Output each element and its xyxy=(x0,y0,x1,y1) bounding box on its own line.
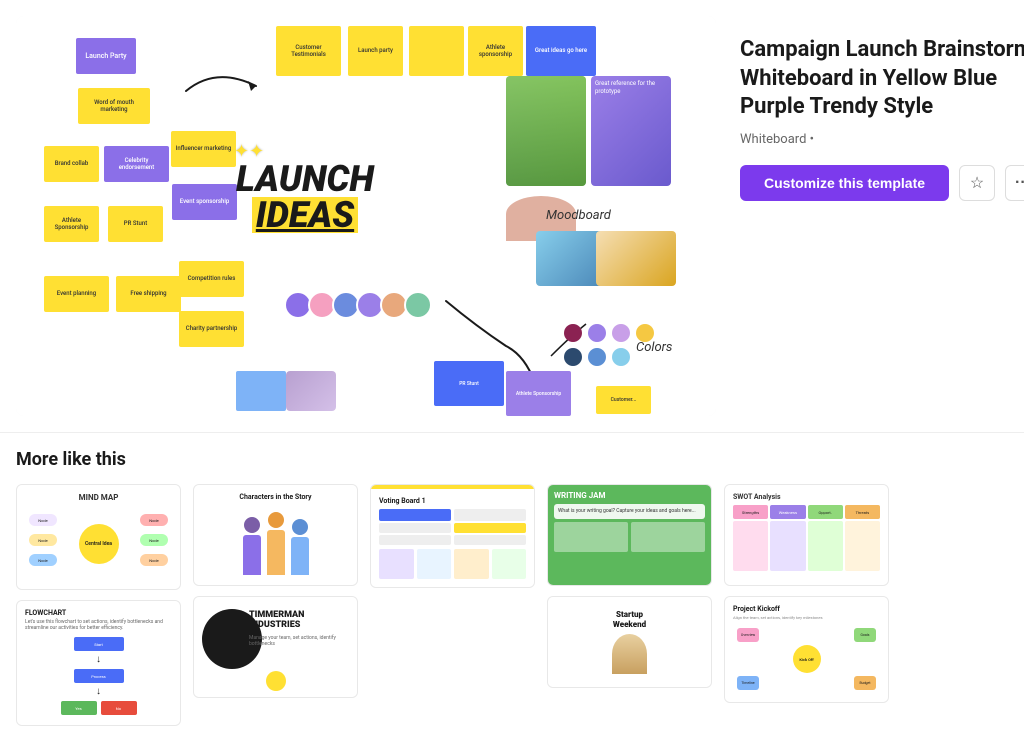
sticky-note: Customer Testimonials xyxy=(276,26,341,76)
color-swatch xyxy=(588,324,606,342)
sticky-note: Celebrity endorsement xyxy=(104,146,169,182)
color-swatch xyxy=(564,348,582,366)
info-panel: Campaign Launch Brainstorm Whiteboard in… xyxy=(716,16,1024,416)
customize-button[interactable]: Customize this template xyxy=(740,165,949,201)
sticky-note: PR Stunt xyxy=(108,206,163,242)
more-options-button[interactable]: ··· xyxy=(1005,165,1024,201)
sticky-note: Word of mouth marketing xyxy=(78,88,150,124)
thumbnail-card-mindmap[interactable]: MIND MAP Central Idea Node Node Node Nod… xyxy=(16,484,181,590)
thumbnail-card-swot[interactable]: SWOT Analysis Strengths Weakness Opport.… xyxy=(724,484,889,586)
color-swatch xyxy=(612,324,630,342)
thumbnail-card-kickoff[interactable]: Project Kickoff Align the team, set acti… xyxy=(724,596,889,703)
thumbnails-grid: MIND MAP Central Idea Node Node Node Nod… xyxy=(16,484,1008,726)
sticky-note: Event sponsorship xyxy=(172,184,237,220)
sticky-note xyxy=(236,371,286,411)
moodboard-image: Great reference for the prototype xyxy=(591,76,671,186)
thumb-column-4: WRITING JAM What is your writing goal? C… xyxy=(547,484,712,726)
thumb-column-5: SWOT Analysis Strengths Weakness Opport.… xyxy=(724,484,889,726)
thumb-column-1: MIND MAP Central Idea Node Node Node Nod… xyxy=(16,484,181,726)
star-icon: ☆ xyxy=(970,173,984,193)
sticky-note: Athlete sponsorship xyxy=(468,26,523,76)
more-section: More like this MIND MAP Central Idea Nod… xyxy=(0,433,1024,750)
star-button[interactable]: ☆ xyxy=(959,165,995,201)
sticky-note: PR Stunt xyxy=(434,361,504,406)
colors-label: Colors xyxy=(636,340,672,355)
top-section: Launch Party Word of mouth marketing Bra… xyxy=(0,0,1024,433)
sticky-note: Customer... xyxy=(596,386,651,414)
sticky-note: Athlete Sponsorship xyxy=(506,371,571,416)
template-title: Campaign Launch Brainstorm Whiteboard in… xyxy=(740,36,1024,122)
whiteboard-canvas: Launch Party Word of mouth marketing Bra… xyxy=(16,16,716,416)
sticky-note: Charity partnership xyxy=(179,311,244,347)
thumbnail-card-flowchart[interactable]: FLOWCHART Let's use this flowchart to se… xyxy=(16,600,181,726)
sticky-note: Launch Party xyxy=(76,38,136,74)
thumbnail-card-startup[interactable]: StartupWeekend xyxy=(547,596,712,688)
thumbnail-card-characters[interactable]: Characters in the Story xyxy=(193,484,358,586)
thumbnail-card-timmerman[interactable]: TIMMERMANINDUSTRIES Manage your team, se… xyxy=(193,596,358,698)
color-swatch xyxy=(564,324,582,342)
sticky-note: Athlete Sponsorship xyxy=(44,206,99,242)
moodboard-image xyxy=(596,231,676,286)
template-preview: Launch Party Word of mouth marketing Bra… xyxy=(16,16,716,416)
color-swatch xyxy=(612,348,630,366)
more-title: More like this xyxy=(16,449,1008,470)
sticky-note xyxy=(409,26,464,76)
sticky-note: Brand collab xyxy=(44,146,99,182)
moodboard-label: Moodboard xyxy=(546,208,611,223)
launch-ideas-text: LAUNCH IDEAS xyxy=(236,161,374,233)
template-subtitle: Whiteboard • xyxy=(740,132,1024,147)
thumbnail-card-writing-jam[interactable]: WRITING JAM What is your writing goal? C… xyxy=(547,484,712,586)
sticky-note: Influencer marketing xyxy=(171,131,236,167)
sticky-note: Launch party xyxy=(348,26,403,76)
sticky-note: Free shipping xyxy=(116,276,181,312)
ellipsis-icon: ··· xyxy=(1015,174,1024,192)
sticky-note: Competition rules xyxy=(179,261,244,297)
color-swatch xyxy=(588,348,606,366)
sticky-note: Great ideas go here xyxy=(526,26,596,76)
thumb-column-3: Voting Board 1 xyxy=(370,484,535,726)
sticky-note: Event planning xyxy=(44,276,109,312)
thumbnail-card-voting[interactable]: Voting Board 1 xyxy=(370,484,535,588)
moodboard-image xyxy=(506,76,586,186)
avatar xyxy=(404,291,432,319)
thumb-column-2: Characters in the Story xyxy=(193,484,358,726)
action-row: Customize this template ☆ ··· xyxy=(740,165,1024,201)
